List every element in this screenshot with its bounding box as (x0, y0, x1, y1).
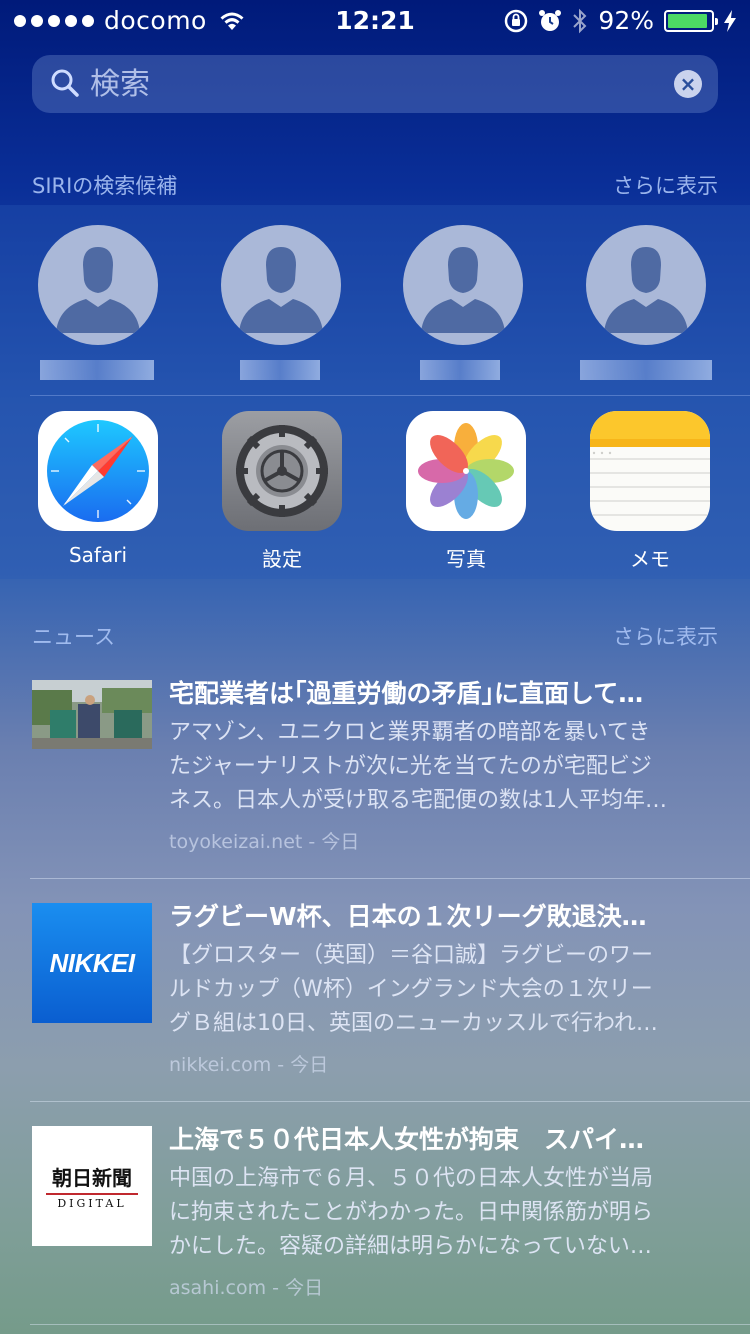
bluetooth-icon (573, 8, 587, 33)
app-label: 写真 (446, 547, 486, 571)
notes-icon (590, 411, 710, 531)
person-silhouette-icon (56, 247, 140, 333)
siri-suggestions-title: SIRIの検索候補 (32, 174, 178, 198)
news-summary: 【グロスター（英国）＝谷口誠】ラグビーのワー ルドカップ（W杯）イングランド大会… (169, 939, 709, 1041)
suggested-contact[interactable] (221, 225, 341, 395)
news-thumbnail: 朝日新聞 DIGITAL (32, 1126, 152, 1246)
asahi-logo: 朝日新聞 (52, 1166, 132, 1190)
news-meta: toyokeizai.net - 今日 (169, 831, 360, 853)
news-headline: 上海で５０代日本人女性が拘束 スパイ… (169, 1125, 645, 1154)
news-source: toyokeizai.net (169, 831, 303, 853)
nikkei-logo: NIKKEI (49, 947, 135, 978)
battery-icon (664, 9, 718, 32)
news-date: 今日 (290, 1054, 329, 1076)
summary-line: たジャーナリストが次に光を当てたのが宅配ビジ (169, 754, 652, 779)
news-date: 今日 (285, 1277, 324, 1299)
news-title: ニュース (32, 625, 115, 649)
clear-search-button[interactable]: × (674, 70, 702, 98)
news-item[interactable]: 朝日新聞 DIGITAL 上海で５０代日本人女性が拘束 スパイ… 中国の上海市で… (0, 1102, 750, 1325)
news-headline: ラグビーW杯、日本の１次リーグ敗退決… (169, 902, 647, 931)
close-icon: × (679, 72, 697, 96)
suggested-contact[interactable] (580, 225, 712, 395)
search-icon (51, 69, 79, 97)
avatar (221, 225, 341, 345)
contact-name-redacted (40, 360, 154, 380)
logo-rule (46, 1193, 138, 1195)
news-meta: asahi.com - 今日 (169, 1277, 324, 1299)
alarm-icon (539, 9, 562, 31)
divider (30, 1324, 750, 1325)
contact-name-redacted (420, 360, 500, 380)
siri-show-more-link[interactable]: さらに表示 (613, 170, 718, 200)
avatar (403, 225, 523, 345)
summary-line: ルドカップ（W杯）イングランド大会の１次リー (169, 977, 653, 1002)
news-summary: 中国の上海市で６月、５０代の日本人女性が当局 に拘束されたことがわかった。日中関… (169, 1162, 709, 1264)
summary-line: 【グロスター（英国）＝谷口誠】ラグビーのワー (169, 943, 654, 968)
summary-line: アマゾン、ユニクロと業界覇者の暗部を暴いてき (169, 720, 651, 745)
app-settings[interactable]: 設定 (222, 411, 342, 572)
asahi-logo-sub: DIGITAL (57, 1197, 127, 1210)
app-notes[interactable]: メモ (590, 411, 710, 572)
summary-line: グＢ組は10日、英国のニューカッスルで行われ… (169, 1011, 658, 1036)
summary-line: 中国の上海市で６月、５０代の日本人女性が当局 (169, 1166, 654, 1191)
app-safari[interactable]: Safari (38, 411, 158, 567)
person-silhouette-icon (604, 247, 688, 333)
orientation-lock-icon (505, 9, 528, 32)
avatar (586, 225, 706, 345)
app-label: Safari (68, 543, 128, 567)
search-input[interactable] (90, 63, 650, 105)
news-headline: 宅配業者は｢過重労働の矛盾｣に直面して… (169, 679, 644, 708)
status-bar: docomo 12:21 92% (0, 0, 750, 40)
search-bar[interactable]: × (32, 55, 718, 113)
news-header: ニュース さらに表示 (32, 621, 718, 651)
avatar (38, 225, 158, 345)
settings-icon (222, 411, 342, 531)
news-date: 今日 (321, 831, 360, 853)
person-silhouette-icon (421, 247, 505, 333)
siri-suggestions-header: SIRIの検索候補 さらに表示 (32, 170, 718, 200)
summary-line: かにした。容疑の詳細は明らかになっていない… (169, 1234, 652, 1259)
suggested-contact[interactable] (38, 225, 158, 395)
divider (30, 395, 750, 396)
news-meta: nikkei.com - 今日 (169, 1054, 329, 1076)
person-silhouette-icon (239, 247, 323, 333)
safari-icon (38, 411, 158, 531)
app-photos[interactable]: 写真 (406, 411, 526, 572)
photos-icon (406, 411, 526, 531)
charging-bolt-icon (724, 9, 736, 32)
summary-line: に拘束されたことがわかった。日中関係筋が明ら (169, 1200, 654, 1225)
battery-percentage: 92% (598, 6, 654, 35)
contact-name-redacted (240, 360, 320, 380)
summary-line: ネス。日本人が受け取る宅配便の数は1人平均年… (169, 788, 667, 813)
app-label: 設定 (262, 547, 302, 571)
news-show-more-link[interactable]: さらに表示 (613, 621, 718, 651)
news-source: asahi.com (169, 1277, 267, 1299)
siri-suggestions-panel: Safari 設定 写真 メモ (0, 205, 750, 579)
news-thumbnail: NIKKEI (32, 903, 152, 1023)
news-summary: アマゾン、ユニクロと業界覇者の暗部を暴いてき たジャーナリストが次に光を当てたの… (169, 716, 709, 818)
suggested-contacts (0, 225, 750, 395)
suggested-contact[interactable] (403, 225, 523, 395)
contact-name-redacted (580, 360, 712, 380)
news-item[interactable]: NIKKEI ラグビーW杯、日本の１次リーグ敗退決… 【グロスター（英国）＝谷口… (0, 879, 750, 1102)
news-source: nikkei.com (169, 1054, 272, 1076)
suggested-apps: Safari 設定 写真 メモ (0, 411, 750, 571)
news-thumbnail (32, 680, 152, 749)
news-item[interactable]: 宅配業者は｢過重労働の矛盾｣に直面して… アマゾン、ユニクロと業界覇者の暗部を暴… (0, 656, 750, 879)
app-label: メモ (630, 547, 670, 571)
